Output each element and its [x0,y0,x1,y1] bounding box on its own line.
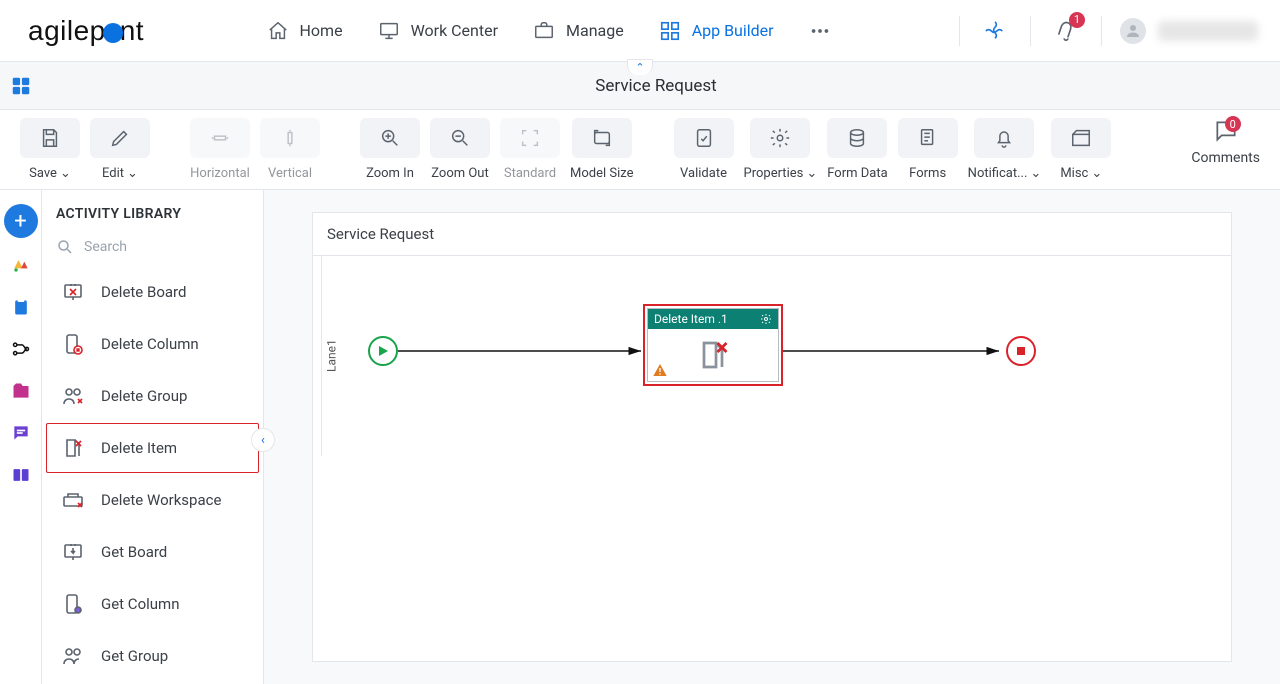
canvas-activity-card[interactable]: Delete Item .1 [643,304,783,386]
ribbon: Save⌄ Edit⌄ Horizontal Vertical Zoom In … [0,110,1280,190]
canvas-title: Service Request [313,213,1231,256]
forms-button[interactable]: Forms [898,118,958,181]
left-rail: + [0,190,42,684]
lane-label: Lane1 [321,256,341,456]
nav-manage[interactable]: Manage [532,19,624,43]
properties-button[interactable]: Properties⌄ [744,118,818,181]
logo: agilepnt [28,15,144,47]
activity-get-column[interactable]: Get Column [46,579,259,629]
activity-library-panel: ACTIVITY LIBRARY Search Delete Board Del… [42,190,264,684]
page-title: Service Request [32,76,1280,96]
model-size-button[interactable]: Model Size [570,118,634,181]
workspace: + ACTIVITY LIBRARY Search Delete Board D… [0,190,1280,684]
monitor-icon [377,19,401,43]
briefcase-icon [532,19,556,43]
rail-flow-icon[interactable] [6,334,36,364]
form-data-button[interactable]: Form Data [827,118,887,181]
nav-app-builder-label: App Builder [692,21,774,40]
nav-manage-label: Manage [566,21,624,40]
activity-card-title: Delete Item .1 [654,312,728,326]
rail-clipboard-icon[interactable] [6,292,36,322]
nav-work-center[interactable]: Work Center [377,19,498,43]
rail-columns-icon[interactable] [6,460,36,490]
activity-delete-column[interactable]: Delete Column [46,319,259,369]
rail-chat-icon[interactable] [6,418,36,448]
notifications-button[interactable]: Notificat...⌄ [968,118,1042,181]
collapse-panel-button[interactable]: ‹ [251,428,275,452]
canvas-body[interactable]: Lane1 [313,256,1231,456]
chevron-down-icon: ⌄ [806,166,817,181]
validate-button[interactable]: Validate [674,118,734,181]
item-x-icon [693,337,733,373]
canvas-area: Service Request Lane1 [264,190,1280,684]
nav-more[interactable] [808,19,832,43]
grid-icon [658,19,682,43]
board-x-icon [59,278,87,306]
nav-work-center-label: Work Center [411,21,498,40]
misc-button[interactable]: Misc⌄ [1051,118,1111,181]
group-icon [59,642,87,670]
item-x-icon [59,434,87,462]
activity-get-board[interactable]: Get Board [46,527,259,577]
canvas[interactable]: Service Request Lane1 [312,212,1232,662]
comments-button[interactable]: 0 Comments [1191,118,1260,166]
comments-badge: 0 [1225,116,1241,132]
activity-delete-group[interactable]: Delete Group [46,371,259,421]
workspace-x-icon [59,486,87,514]
column-dot-icon [59,590,87,618]
activity-get-group[interactable]: Get Group [46,631,259,681]
zoom-out-button[interactable]: Zoom Out [430,118,490,181]
gear-icon[interactable] [760,313,772,325]
zoom-in-button[interactable]: Zoom In [360,118,420,181]
search-icon [56,238,74,256]
group-x-icon [59,382,87,410]
panel-title: ACTIVITY LIBRARY [42,190,263,232]
search-placeholder: Search [84,239,127,255]
vertical-button[interactable]: Vertical [260,118,320,181]
chevron-down-icon: ⌄ [1030,166,1041,181]
flow-diagram [341,256,1231,456]
home-icon [266,19,290,43]
notif-badge: 1 [1069,12,1085,28]
add-button[interactable]: + [4,204,38,238]
column-x-icon [59,330,87,358]
activity-delete-board[interactable]: Delete Board [46,267,259,317]
activity-delete-workspace[interactable]: Delete Workspace [46,475,259,525]
chevron-down-icon: ⌄ [127,166,138,181]
chevron-down-icon: ⌄ [1091,166,1102,181]
user-name-hidden [1158,21,1258,41]
nav-home[interactable]: Home [266,19,343,43]
save-button[interactable]: Save⌄ [20,118,80,181]
title-bar: ⌃ Service Request [0,62,1280,110]
expand-up-icon[interactable]: ⌃ [627,59,653,75]
horizontal-button[interactable]: Horizontal [190,118,250,181]
rail-folder-icon[interactable] [6,376,36,406]
dots-icon [808,19,832,43]
top-nav: agilepnt Home Work Center Manage App Bui… [0,0,1280,62]
nav-app-builder[interactable]: App Builder [658,19,774,43]
search-field[interactable]: Search [42,232,263,266]
nav-home-label: Home [300,21,343,40]
board-down-icon [59,538,87,566]
spinner-icon[interactable] [978,14,1012,48]
notifications-icon[interactable]: 1 [1049,14,1083,48]
chevron-down-icon: ⌄ [60,166,71,181]
standard-button[interactable]: Standard [500,118,560,181]
avatar[interactable] [1120,18,1146,44]
rail-colors-icon[interactable] [6,250,36,280]
activity-delete-item[interactable]: Delete Item [46,423,259,473]
edit-button[interactable]: Edit⌄ [90,118,150,181]
warning-icon [652,362,668,378]
apps-icon[interactable] [10,75,32,97]
